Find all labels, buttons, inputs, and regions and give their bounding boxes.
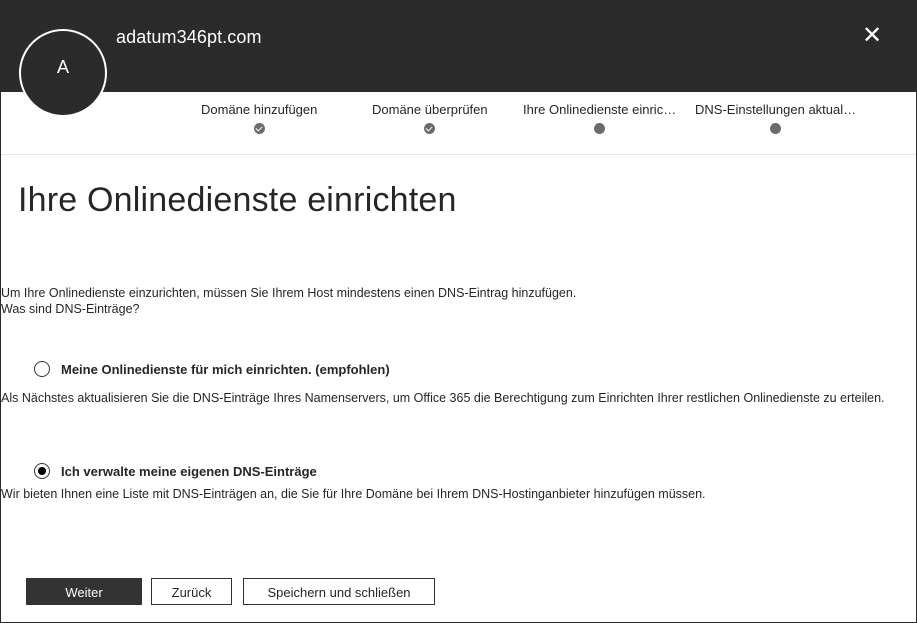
- step-setup-services: Ihre Onlinedienste einric…: [523, 102, 676, 134]
- step-label: DNS-Einstellungen aktual…: [695, 102, 857, 117]
- option-label-setup-for-me[interactable]: Meine Onlinedienste für mich einrichten.…: [61, 362, 390, 377]
- radio-setup-for-me[interactable]: [34, 361, 50, 377]
- dialog-header: adatum346pt.com ✕: [1, 1, 916, 92]
- page-title: Ihre Onlinedienste einrichten: [18, 181, 457, 219]
- step-label: Domäne hinzufügen: [201, 102, 318, 117]
- step-update-dns: DNS-Einstellungen aktual…: [695, 102, 856, 134]
- intro-text: Um Ihre Onlinedienste einzurichten, müss…: [1, 286, 577, 300]
- option-label-manage-own-dns[interactable]: Ich verwalte meine eigenen DNS-Einträge: [61, 464, 317, 479]
- intro-text-block: Um Ihre Onlinedienste einzurichten, müss…: [1, 285, 576, 317]
- option-description-setup-for-me: Als Nächstes aktualisieren Sie die DNS-E…: [1, 391, 885, 405]
- dot-icon: [594, 123, 606, 134]
- checkmark-icon: [253, 123, 265, 134]
- avatar: A: [19, 29, 107, 117]
- save-and-close-button[interactable]: Speichern und schließen: [243, 578, 435, 605]
- close-icon[interactable]: ✕: [859, 23, 885, 49]
- setup-dialog: adatum346pt.com ✕ A Domäne hinzufügen Do…: [0, 0, 917, 623]
- step-verify-domain: Domäne überprüfen: [372, 102, 488, 134]
- option-description-manage-own-dns: Wir bieten Ihnen eine Liste mit DNS-Eint…: [1, 487, 706, 501]
- checkmark-icon: [424, 123, 436, 134]
- next-button[interactable]: Weiter: [26, 578, 142, 605]
- back-button[interactable]: Zurück: [151, 578, 232, 605]
- domain-title: adatum346pt.com: [116, 27, 262, 47]
- step-label: Ihre Onlinedienste einric…: [523, 102, 677, 117]
- step-label: Domäne überprüfen: [372, 102, 488, 117]
- dns-records-help-link[interactable]: Was sind DNS-Einträge?: [1, 301, 576, 317]
- step-add-domain: Domäne hinzufügen: [201, 102, 317, 134]
- dot-icon: [770, 123, 782, 134]
- radio-manage-own-dns[interactable]: [34, 463, 50, 479]
- progress-stepper: Domäne hinzufügen Domäne überprüfen Ihre…: [1, 92, 916, 155]
